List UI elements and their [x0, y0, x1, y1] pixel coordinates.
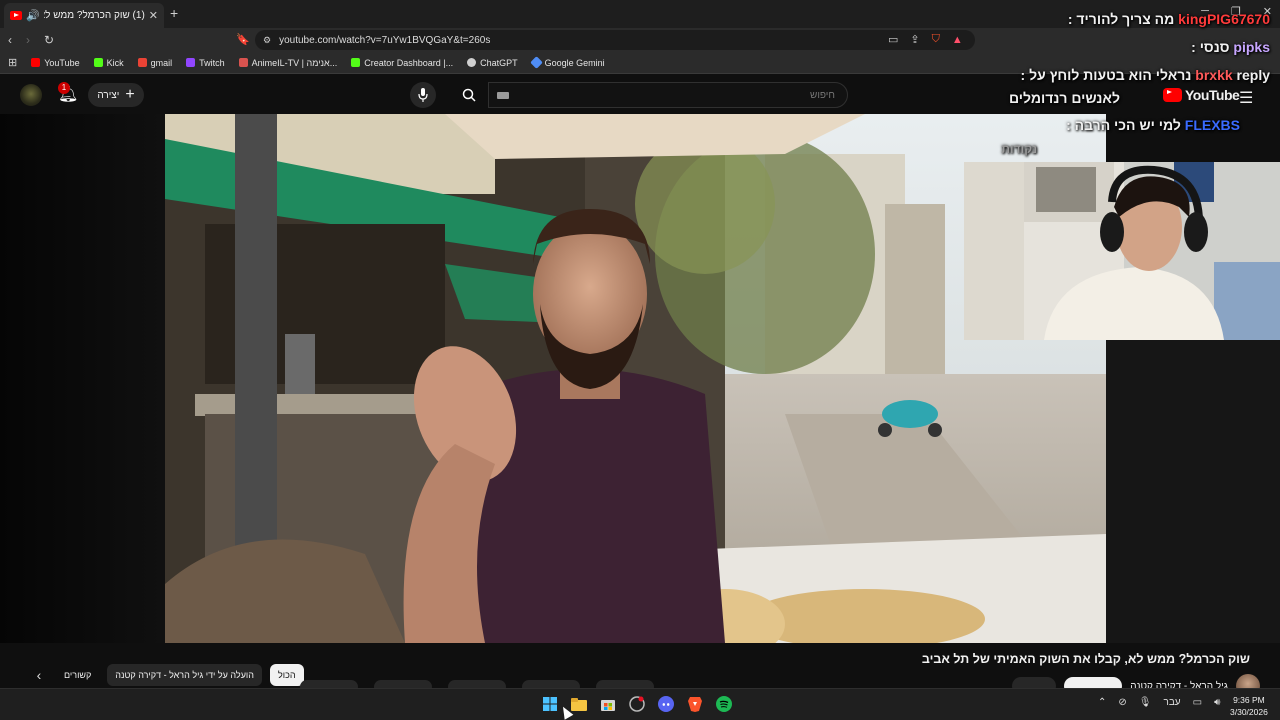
back-icon[interactable]: ‹	[8, 33, 12, 47]
windows-taskbar: ⌃ ⊘ 🎙︎ עבר ▭ 🔊︎ 9:36 PM 3/30/2026	[0, 688, 1280, 720]
kick-icon	[351, 58, 361, 67]
url-text: youtube.com/watch?v=7uYw1BVQGaY&t=260s	[279, 34, 491, 46]
keyboard-icon[interactable]	[497, 92, 509, 99]
tab-title: (1) שוק הכרמל? ממש לא, קב	[44, 10, 145, 21]
network-off-icon[interactable]: ⊘	[1118, 697, 1126, 708]
chip-uploaded-by[interactable]: הועלה על ידי גיל הראל - דקירה קטנה	[107, 664, 262, 686]
gmail-icon	[137, 58, 147, 67]
chat-text: סנסי :	[1191, 39, 1230, 55]
youtube-favicon-icon	[10, 11, 22, 20]
address-actions: ▭ ⇪ ⛉ ▲	[888, 33, 963, 46]
voice-search-mic-icon[interactable]	[410, 82, 436, 108]
volume-icon[interactable]: 🔊︎	[1214, 697, 1220, 708]
speaker-icon[interactable]: 🔊	[26, 9, 40, 22]
bookmark-youtube[interactable]: YouTube	[31, 58, 80, 68]
forward-icon[interactable]: ›	[26, 33, 30, 47]
chat-message-continued: נקודות	[1001, 142, 1037, 156]
menu-icon[interactable]: ☰	[1239, 88, 1253, 108]
browser-tab[interactable]: 🔊 (1) שוק הכרמל? ממש לא, קב ✕	[4, 3, 164, 28]
chip-all[interactable]: הכול	[269, 664, 304, 686]
brave-browser-icon[interactable]	[685, 693, 705, 715]
chat-username: brxkk	[1195, 67, 1233, 83]
chat-text: מה צריך להוריד :	[1067, 11, 1175, 27]
account-avatar[interactable]	[20, 84, 42, 106]
display-icon[interactable]: ▭	[1193, 697, 1202, 708]
microsoft-store-icon[interactable]	[598, 693, 618, 715]
system-clock[interactable]: 9:36 PM 3/30/2026	[1230, 694, 1268, 718]
streamer-webcam-overlay	[964, 162, 1280, 340]
spotify-icon[interactable]	[714, 693, 734, 715]
discord-icon[interactable]	[656, 693, 676, 715]
bookmark-kick[interactable]: Kick	[93, 58, 124, 68]
clock-time: 9:36 PM	[1233, 695, 1265, 705]
chat-message: FLEXBS למי יש הכי הרבה :	[1066, 117, 1240, 133]
notification-badge: 1	[58, 82, 70, 94]
youtube-logo[interactable]: YouTube	[1163, 87, 1240, 103]
create-label: יצירה	[97, 89, 120, 101]
bookmark-icon[interactable]: 🔖	[236, 33, 250, 46]
apps-grid-icon[interactable]: ⊞	[8, 56, 17, 69]
bookmark-gemini[interactable]: Google Gemini	[529, 56, 605, 69]
chat-text: למי יש הכי הרבה :	[1066, 117, 1181, 133]
create-button[interactable]: יצירה +	[88, 83, 144, 107]
webcam-frame	[964, 162, 1280, 340]
bookmark-twitch[interactable]: Twitch	[186, 58, 225, 68]
chat-text: לאנשים רנדומלים	[1008, 90, 1120, 106]
plus-icon: +	[125, 86, 135, 103]
language-indicator[interactable]: עבר	[1163, 697, 1180, 708]
recommendation-chips: ‹ קשורים הועלה על ידי גיל הראל - דקירה ק…	[30, 664, 304, 686]
chat-text: reply נראלי הוא בטעות לוחץ על :	[1020, 67, 1270, 83]
address-bar[interactable]: ⚙ youtube.com/watch?v=7uYw1BVQGaY&t=260s	[255, 30, 975, 50]
chat-message-continued: לאנשים רנדומלים	[1009, 90, 1120, 106]
brave-shield-icon[interactable]: ⛉	[932, 33, 940, 46]
chat-username: FLEXBS	[1184, 117, 1240, 133]
chatgpt-icon	[467, 58, 477, 67]
chat-message: kingPIG67670 מה צריך להוריד :	[1068, 11, 1270, 27]
kick-icon	[93, 58, 103, 67]
animeil-icon	[238, 58, 248, 67]
chat-message: pipks סנסי :	[1191, 39, 1270, 55]
reload-icon[interactable]: ↻	[44, 33, 54, 47]
bookmark-gmail[interactable]: gmail	[137, 58, 172, 68]
chip-related[interactable]: קשורים	[56, 664, 99, 686]
gemini-icon	[529, 56, 543, 69]
twitch-icon	[186, 58, 196, 67]
video-title: שוק הכרמל? ממש לא, קבלו את השוק האמיתי ש…	[921, 652, 1250, 666]
nav-buttons: ‹ › ↻	[8, 33, 54, 47]
chevron-up-icon[interactable]: ⌃	[1098, 697, 1106, 708]
chat-text: נקודות	[1001, 142, 1037, 156]
app-icon[interactable]	[627, 693, 647, 715]
bookmark-creator-dashboard[interactable]: Creator Dashboard |...	[351, 58, 453, 68]
chat-username: pipks	[1233, 39, 1270, 55]
left-margin	[0, 114, 165, 643]
chevron-left-icon[interactable]: ‹	[30, 667, 48, 683]
chat-username: kingPIG67670	[1178, 11, 1270, 27]
new-tab-button[interactable]: +	[170, 5, 178, 21]
right-margin	[1106, 340, 1280, 643]
site-info-icon[interactable]: ⚙	[263, 35, 271, 46]
chat-message: brxkk reply נראלי הוא בטעות לוחץ על :	[1021, 67, 1270, 83]
start-windows-icon[interactable]	[540, 693, 560, 715]
youtube-logo-text: YouTube	[1185, 87, 1240, 103]
microphone-icon[interactable]: 🎙︎	[1139, 697, 1152, 708]
bookmark-animeil[interactable]: AnimeIL-TV | אנימה...	[238, 58, 337, 68]
clock-date: 3/30/2026	[1230, 707, 1268, 717]
close-tab-icon[interactable]: ✕	[149, 9, 158, 22]
system-tray: ⌃ ⊘ 🎙︎ עבר ▭ 🔊︎	[1098, 697, 1220, 708]
bookmark-chatgpt[interactable]: ChatGPT	[467, 58, 518, 68]
share-icon[interactable]: ⇪	[910, 33, 919, 46]
brave-rewards-icon[interactable]: ▲	[952, 33, 963, 46]
youtube-logo-icon	[1163, 88, 1182, 102]
youtube-icon	[31, 58, 41, 67]
search-input[interactable]	[488, 82, 848, 108]
search-icon[interactable]	[456, 82, 482, 108]
cast-icon[interactable]: ▭	[888, 33, 898, 46]
